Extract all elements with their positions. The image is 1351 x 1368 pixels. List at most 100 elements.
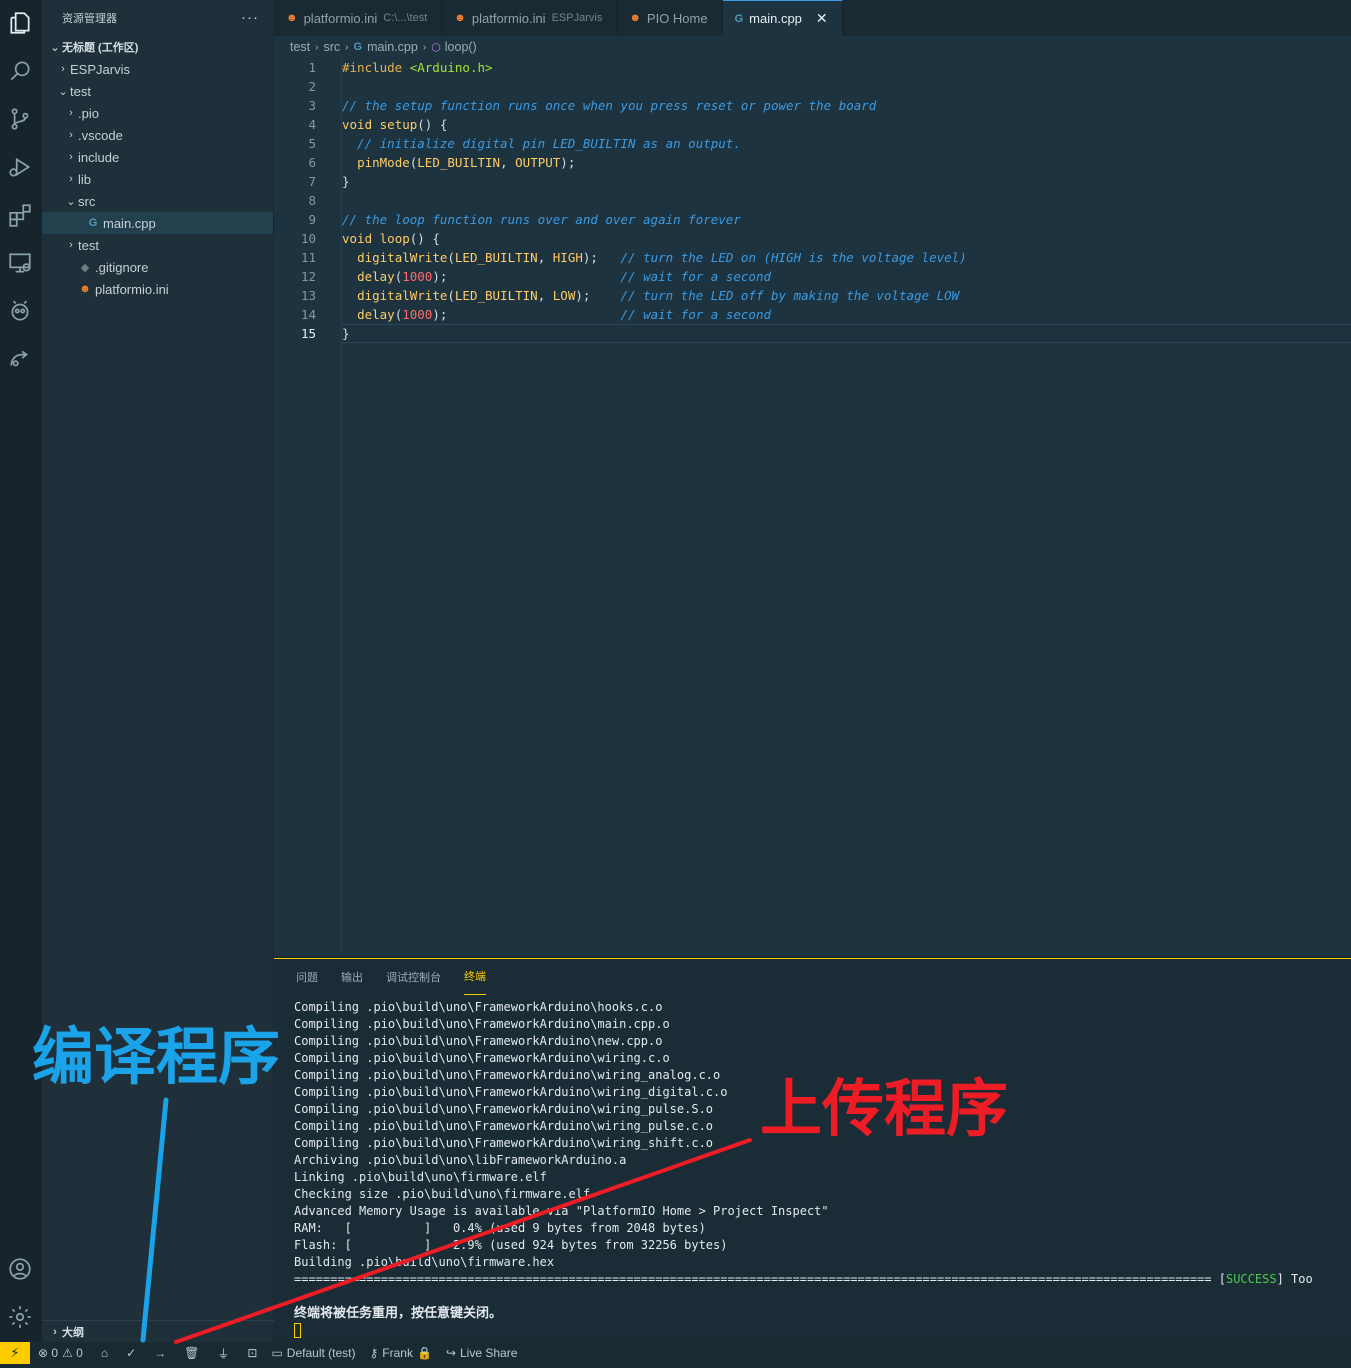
settings-gear-icon[interactable] [5, 1302, 35, 1332]
panel-tab[interactable]: 调试控制台 [386, 969, 441, 995]
editor-tab[interactable]: ☻ PIO Home [617, 0, 723, 36]
more-actions-icon[interactable]: ··· [241, 9, 259, 26]
tree-item[interactable]: › .vscode [42, 124, 273, 146]
explorer-title: 资源管理器 [62, 13, 117, 25]
breadcrumb-item-test[interactable]: test [290, 40, 310, 54]
code-token: ); [432, 307, 621, 322]
platformio-icon[interactable] [5, 296, 35, 326]
cpp-file-icon: G [353, 41, 363, 53]
search-icon[interactable] [5, 56, 35, 86]
terminal-line: Compiling .pio\build\uno\FrameworkArduin… [294, 1034, 663, 1048]
tree-item[interactable]: › include [42, 146, 273, 168]
terminal-prompt-line [294, 1322, 1351, 1339]
environment-switcher[interactable]: ▭ Default (test) [271, 1346, 355, 1360]
platformio-file-icon: ☻ [286, 12, 298, 24]
code-token: // initialize digital pin LED_BUILTIN as… [342, 136, 741, 151]
code-token: delay [357, 307, 395, 322]
run-debug-icon[interactable] [5, 152, 35, 182]
warnings-count[interactable]: ⚠ 0 [62, 1346, 83, 1360]
errors-count[interactable]: ⊗ 0 [38, 1346, 58, 1360]
tree-item-label: src [78, 193, 96, 209]
chevron-right-icon: › [69, 107, 73, 119]
terminal-output[interactable]: Compiling .pio\build\uno\FrameworkArduin… [294, 999, 1351, 1339]
workspace-header[interactable]: ⌄ 无标题 (工作区) [42, 36, 273, 58]
live-share-icon[interactable] [5, 344, 35, 374]
chevron-right-icon: › [69, 239, 73, 251]
terminal-line: Building .pio\build\uno\firmware.hex [294, 1255, 555, 1269]
explorer-icon[interactable] [5, 8, 35, 38]
success-badge: SUCCESS [1225, 1272, 1277, 1286]
code-token: () { [409, 231, 440, 246]
pio-clean-button[interactable]: 🗑 [184, 1346, 199, 1360]
live-share-status[interactable]: ↪ Live Share [446, 1346, 517, 1360]
tree-item-label: test [78, 237, 99, 253]
pio-terminal-button[interactable]: ⊡ [247, 1346, 257, 1360]
code-line: } [342, 172, 350, 191]
code-token: ); [575, 288, 621, 303]
code-line: #include <Arduino.h> [342, 58, 493, 77]
editor-tab[interactable]: ☻ platformio.ini ESPJarvis [442, 0, 618, 36]
tree-item-label: include [78, 149, 120, 165]
panel-tab[interactable]: 输出 [341, 969, 363, 995]
remote-explorer-icon[interactable] [5, 248, 35, 278]
pio-serial-monitor-button[interactable]: ⏚ [217, 1345, 229, 1362]
chevron-down-icon: ⌄ [66, 195, 76, 208]
outline-section[interactable]: › 大纲 [42, 1320, 274, 1342]
accounts-icon[interactable] [5, 1254, 35, 1284]
line-number: 10 [300, 231, 316, 246]
editor-tab[interactable]: Gmain.cpp ✕ [722, 0, 843, 36]
terminal-line: Linking .pio\build\uno\firmware.elf [294, 1170, 547, 1184]
tree-item[interactable]: › test [42, 234, 273, 256]
breadcrumb-item-file[interactable]: main.cpp [367, 40, 418, 54]
terminal-success-line: ========================================… [294, 1271, 1351, 1288]
code-token: LED_BUILTIN [454, 250, 538, 265]
code-editor[interactable]: 1 2 3 4 5 6 7 8 9 10 11 12 13 14 15 #include <Arduino.… [274, 58, 1351, 956]
breadcrumb-item-src[interactable]: src [324, 40, 341, 54]
line-number: 11 [300, 250, 316, 265]
chevron-right-icon: › [69, 173, 73, 185]
tree-item[interactable]: › lib [42, 168, 273, 190]
code-line: // initialize digital pin LED_BUILTIN as… [342, 134, 741, 153]
pio-build-button[interactable]: ✓ [126, 1346, 136, 1360]
breadcrumb-item-symbol[interactable]: loop() [445, 40, 477, 54]
code-token: ( [447, 288, 455, 303]
folder-icon: ▭ [271, 1346, 283, 1360]
pio-home-button[interactable]: ⌂ [101, 1346, 108, 1360]
close-icon[interactable]: ✕ [816, 10, 828, 27]
panel-tab[interactable]: 问题 [296, 969, 318, 995]
code-token: LOW [552, 288, 576, 303]
editor-tab[interactable]: ☻ platformio.ini C:\...\test [274, 0, 443, 36]
breadcrumb: test › src › G main.cpp › ⬡ loop() [274, 36, 1351, 58]
source-control-icon[interactable] [5, 104, 35, 134]
tree-item-label: .vscode [78, 127, 123, 143]
code-token: // wait for a second [620, 307, 772, 322]
tree-item[interactable]: Gmain.cpp [42, 212, 273, 234]
tree-item[interactable]: ⌄ test [42, 80, 273, 102]
tree-item[interactable]: ◆ .gitignore [42, 256, 273, 278]
user-item[interactable]: ⚷ Frank 🔒 [370, 1346, 432, 1360]
code-line: pinMode(LED_BUILTIN, OUTPUT); [342, 153, 575, 172]
line-number: 8 [308, 193, 316, 208]
remote-indicator[interactable]: ⚡ [0, 1342, 30, 1364]
code-token: , [537, 250, 553, 265]
tab-label: platformio.ini [303, 10, 378, 26]
status-bar: ⚡ ⊗ 0 ⚠ 0 ⌂ ✓ → 🗑 ⏚ ⊡ ▭ Default (test) ⚷… [0, 1342, 1351, 1364]
chevron-down-icon: ⌄ [50, 41, 60, 54]
code-token: #include [342, 60, 410, 75]
tree-item[interactable]: › .pio [42, 102, 273, 124]
code-token: ); [560, 155, 576, 170]
code-token: , [537, 288, 553, 303]
extensions-icon[interactable] [5, 200, 35, 230]
tree-item[interactable]: ☻ platformio.ini [42, 278, 273, 300]
success-tail: ] Too [1276, 1272, 1313, 1286]
line-number: 9 [308, 212, 316, 227]
pio-upload-button[interactable]: → [154, 1346, 166, 1360]
tree-item[interactable]: › ESPJarvis [42, 58, 273, 80]
outline-label: 大纲 [62, 1326, 84, 1339]
editor-tab-bar: ☻ platformio.ini C:\...\test ☻ platformio.in… [274, 0, 1351, 36]
code-line: } [342, 324, 350, 343]
tree-item[interactable]: ⌄ src [42, 190, 273, 212]
panel-tab[interactable]: 终端 [464, 968, 486, 995]
current-line-highlight [342, 324, 1351, 343]
